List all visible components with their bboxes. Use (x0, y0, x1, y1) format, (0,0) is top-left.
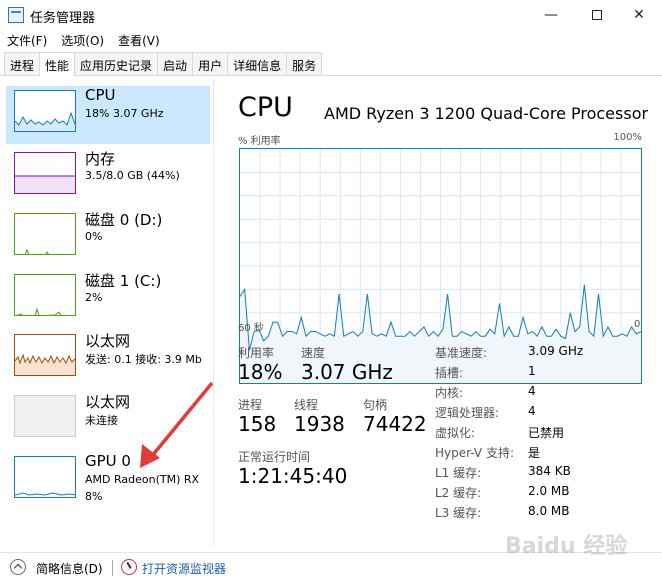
tab-users[interactable]: 用户 (192, 52, 229, 75)
device-name: 内存 (85, 150, 116, 168)
processor-model: AMD Ryzen 3 1200 Quad-Core Processor (324, 104, 649, 123)
device-name: 以太网 (85, 393, 131, 411)
handles-value: 74422 (363, 412, 427, 436)
spec-value: 8.0 MB (528, 504, 570, 518)
tab-performance[interactable]: 性能 (39, 52, 76, 77)
device-name: 磁盘 1 (C:) (85, 272, 162, 290)
utilization-max-label: 100% (613, 132, 642, 143)
spec-key: Hyper-V 支持: (435, 446, 514, 460)
ethernet-disconnected-thumbnail (14, 395, 76, 437)
maximize-button[interactable] (574, 0, 620, 30)
device-item-disk1[interactable]: 磁盘 1 (C:) 2% (6, 270, 210, 328)
menu-options[interactable]: 选项(O) (54, 30, 111, 50)
panel-title: CPU (238, 92, 293, 123)
device-item-gpu[interactable]: GPU 0 AMD Radeon(TM) RX 8% (6, 452, 210, 510)
speed-label: 速度 (301, 346, 326, 360)
device-subtitle: 0% (85, 230, 103, 243)
device-subtitle: 3.5/8.0 GB (44%) (85, 169, 180, 182)
footer-separator (112, 560, 113, 576)
spec-value: 4 (528, 404, 536, 418)
tab-startup[interactable]: 启动 (157, 52, 194, 75)
time-axis-start: 60 秒 (238, 323, 264, 334)
open-resource-monitor-link[interactable]: 打开资源监视器 (142, 560, 226, 577)
chevron-up-icon[interactable] (10, 559, 26, 575)
device-subtitle: AMD Radeon(TM) RX (85, 473, 200, 486)
device-item-memory[interactable]: 内存 3.5/8.0 GB (44%) (6, 148, 210, 206)
device-item-disk0[interactable]: 磁盘 0 (D:) 0% (6, 209, 210, 267)
menu-bar: 文件(F) 选项(O) 查看(V) (0, 30, 662, 50)
tab-services[interactable]: 服务 (286, 52, 323, 75)
close-button[interactable]: ✕ (616, 0, 662, 30)
handles-label: 句柄 (363, 398, 388, 412)
tab-details[interactable]: 详细信息 (227, 52, 288, 75)
close-icon: ✕ (633, 7, 645, 23)
disk1-thumbnail (14, 274, 76, 316)
spec-value: 1 (528, 364, 536, 378)
time-axis-end: 0 (634, 319, 641, 330)
uptime-label: 正常运行时间 (238, 450, 311, 464)
device-item-ethernet-connected[interactable]: 以太网 发送: 0.1 接收: 3.9 Mb (6, 330, 210, 388)
device-name: CPU (85, 86, 116, 104)
device-item-cpu[interactable]: CPU 18% 3.07 GHz (6, 86, 210, 144)
cpu-thumbnail (14, 90, 76, 132)
cpu-detail-panel: CPU AMD Ryzen 3 1200 Quad-Core Processor… (216, 78, 662, 546)
utilization-value: 18% (238, 360, 283, 384)
title-bar: 任务管理器 — ✕ (0, 0, 662, 30)
spec-key: 逻辑处理器: (435, 406, 500, 420)
device-subtitle: 未连接 (85, 414, 118, 427)
utilization-axis-label: % 利用率 (238, 136, 281, 147)
watermark: Baidu 经验 (505, 534, 628, 559)
menu-view[interactable]: 查看(V) (111, 30, 167, 50)
device-list: CPU 18% 3.07 GHz 内存 3.5/8.0 GB (44%) 磁盘 … (0, 78, 214, 546)
tab-processes[interactable]: 进程 (4, 52, 41, 75)
fewer-details-link[interactable]: 简略信息(D) (36, 560, 103, 577)
spec-key: 插槽: (435, 366, 464, 380)
spec-value: 2.0 MB (528, 484, 570, 498)
spec-value: 是 (528, 446, 541, 460)
spec-value: 已禁用 (528, 426, 565, 440)
uptime-value: 1:21:45:40 (238, 464, 348, 488)
threads-label: 线程 (294, 398, 319, 412)
device-name: 以太网 (85, 332, 131, 350)
processes-label: 进程 (238, 398, 263, 412)
gpu-thumbnail (14, 456, 76, 498)
disk0-thumbnail (14, 213, 76, 255)
tab-bar: 进程 性能 应用历史记录 启动 用户 详细信息 服务 (0, 52, 662, 77)
device-subtitle: 18% 3.07 GHz (85, 107, 164, 120)
threads-value: 1938 (294, 412, 345, 436)
resource-monitor-icon[interactable] (121, 559, 137, 575)
device-item-ethernet-disconnected[interactable]: 以太网 未连接 (6, 391, 210, 449)
minimize-icon: — (544, 7, 558, 23)
spec-key: L3 缓存: (435, 506, 482, 520)
tab-app-history[interactable]: 应用历史记录 (74, 52, 159, 75)
spec-key: L2 缓存: (435, 486, 482, 500)
device-subtitle: 发送: 0.1 接收: 3.9 Mb (85, 353, 202, 366)
device-name: 磁盘 0 (D:) (85, 211, 163, 229)
menu-file[interactable]: 文件(F) (0, 30, 54, 50)
spec-value: 384 KB (528, 464, 571, 478)
minimize-button[interactable]: — (528, 0, 574, 30)
device-utilization: 8% (85, 490, 103, 503)
device-name: GPU 0 (85, 452, 131, 470)
spec-value: 4 (528, 384, 536, 398)
spec-key: 虚拟化: (435, 426, 476, 440)
spec-value: 3.09 GHz (528, 344, 584, 358)
window-title: 任务管理器 (30, 11, 96, 26)
memory-thumbnail (14, 152, 76, 194)
spec-key: L1 缓存: (435, 466, 482, 480)
speed-value: 3.07 GHz (301, 360, 393, 384)
device-subtitle: 2% (85, 291, 103, 304)
task-manager-icon (8, 7, 24, 23)
maximize-icon (592, 10, 602, 20)
spec-key: 内核: (435, 386, 464, 400)
spec-key: 基准速度: (435, 346, 488, 360)
ethernet-thumbnail (14, 334, 76, 376)
utilization-label: 利用率 (238, 346, 275, 360)
processes-value: 158 (238, 412, 277, 436)
